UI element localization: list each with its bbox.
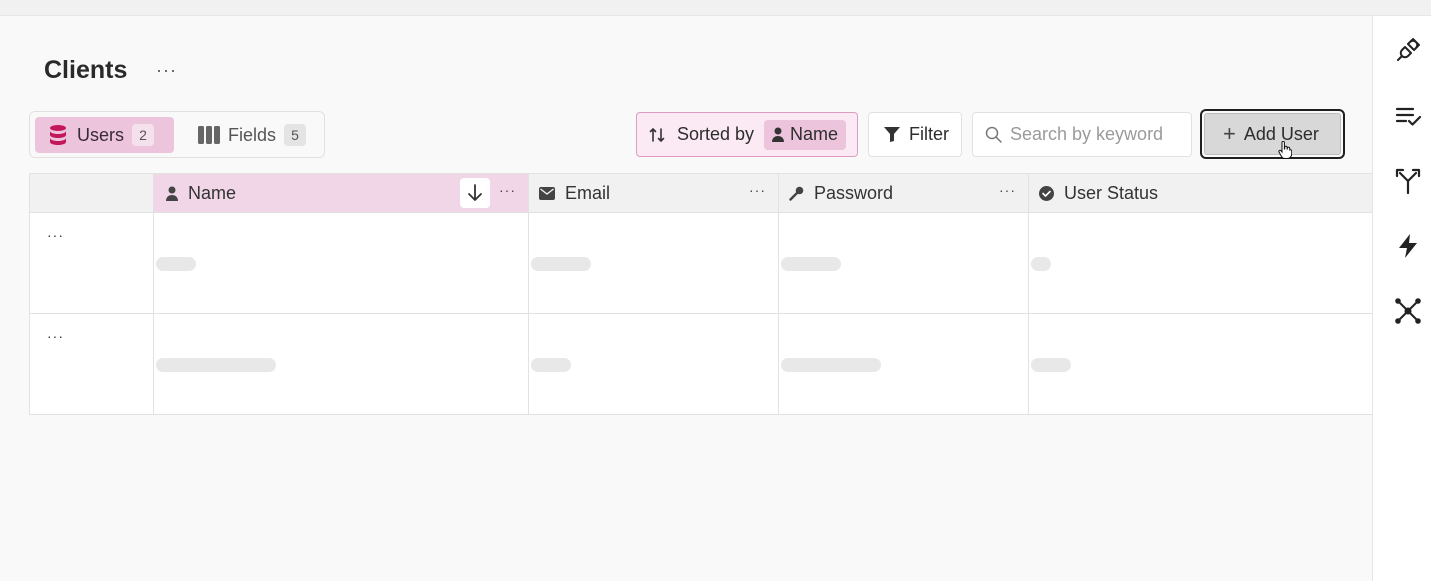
user-status-cell[interactable] bbox=[1029, 314, 1373, 415]
users-table: Name ··· Email ··· Password ··· User Sta… bbox=[29, 173, 1372, 415]
key-icon bbox=[789, 186, 804, 201]
arrow-down-icon bbox=[468, 184, 482, 201]
hand-cursor-icon bbox=[1278, 141, 1292, 159]
bolt-icon[interactable] bbox=[1394, 232, 1422, 260]
sorted-by-label: Sorted by bbox=[677, 124, 755, 144]
person-icon bbox=[166, 186, 178, 201]
loading-placeholder bbox=[1031, 257, 1051, 271]
tab-users[interactable]: Users 2 bbox=[35, 117, 174, 153]
loading-placeholder bbox=[781, 257, 841, 271]
column-name-label: Name bbox=[188, 182, 237, 203]
database-icon bbox=[47, 124, 69, 146]
column-menu-name[interactable]: ··· bbox=[499, 182, 516, 198]
user-status-cell[interactable] bbox=[1029, 213, 1373, 313]
row-menu[interactable]: ··· bbox=[47, 328, 64, 344]
header-row-controls bbox=[30, 174, 154, 212]
search-box bbox=[972, 112, 1192, 157]
plus-icon: + bbox=[1223, 121, 1236, 146]
sort-arrows-icon bbox=[649, 127, 665, 143]
filter-button[interactable]: Filter bbox=[868, 112, 962, 157]
sorted-field-label: Name bbox=[790, 124, 839, 144]
top-bar bbox=[0, 0, 1431, 16]
password-cell[interactable] bbox=[779, 213, 1029, 313]
tab-fields-label: Fields bbox=[228, 124, 277, 145]
column-header-user-status[interactable]: User Status bbox=[1029, 174, 1373, 212]
column-email-label: Email bbox=[565, 182, 611, 203]
tab-fields-count: 5 bbox=[284, 124, 307, 146]
view-tabs: Users 2 Fields 5 bbox=[29, 111, 325, 158]
search-input[interactable] bbox=[1010, 124, 1180, 145]
row-controls-cell: ··· bbox=[30, 314, 154, 415]
table-row[interactable]: ··· bbox=[30, 213, 1372, 314]
loading-placeholder bbox=[531, 257, 591, 271]
row-controls-cell: ··· bbox=[30, 213, 154, 313]
table-row[interactable]: ··· bbox=[30, 314, 1372, 415]
email-cell[interactable] bbox=[529, 314, 779, 415]
add-user-button[interactable]: + Add User bbox=[1200, 109, 1345, 159]
loading-placeholder bbox=[1031, 358, 1071, 372]
main-content: Clients ··· Users 2 Fields 5 Sorted by N… bbox=[0, 16, 1372, 581]
filter-label: Filter bbox=[909, 124, 949, 144]
plug-icon[interactable] bbox=[1394, 36, 1422, 64]
column-menu-password[interactable]: ··· bbox=[999, 182, 1016, 198]
password-cell[interactable] bbox=[779, 314, 1029, 415]
email-cell[interactable] bbox=[529, 213, 779, 313]
envelope-icon bbox=[539, 186, 555, 200]
column-header-name[interactable]: Name ··· bbox=[154, 174, 529, 212]
column-header-password[interactable]: Password ··· bbox=[779, 174, 1029, 212]
filter-icon bbox=[884, 127, 900, 142]
title-more-menu[interactable]: ··· bbox=[156, 60, 177, 81]
search-icon bbox=[985, 126, 1002, 143]
branch-icon[interactable] bbox=[1394, 167, 1422, 195]
columns-icon bbox=[198, 124, 220, 146]
sort-button[interactable]: Sorted by Name bbox=[636, 112, 858, 157]
loading-placeholder bbox=[156, 358, 276, 372]
column-password-label: Password bbox=[814, 182, 894, 203]
person-icon bbox=[772, 127, 785, 142]
network-icon[interactable] bbox=[1394, 297, 1422, 325]
loading-placeholder bbox=[781, 358, 881, 372]
tab-fields[interactable]: Fields 5 bbox=[186, 117, 307, 153]
name-cell[interactable] bbox=[154, 314, 529, 415]
loading-placeholder bbox=[156, 257, 196, 271]
loading-placeholder bbox=[531, 358, 571, 372]
tab-users-label: Users bbox=[77, 124, 125, 145]
row-menu[interactable]: ··· bbox=[47, 227, 64, 243]
page-title: Clients bbox=[44, 56, 128, 84]
right-sidebar bbox=[1372, 16, 1431, 581]
column-header-email[interactable]: Email ··· bbox=[529, 174, 779, 212]
name-cell[interactable] bbox=[154, 213, 529, 313]
column-user-status-label: User Status bbox=[1064, 182, 1159, 203]
tab-users-count: 2 bbox=[132, 124, 155, 146]
table-header: Name ··· Email ··· Password ··· User Sta… bbox=[30, 174, 1372, 213]
sorted-field-chip: Name bbox=[764, 119, 847, 150]
column-menu-email[interactable]: ··· bbox=[749, 182, 766, 198]
check-circle-icon bbox=[1039, 185, 1054, 201]
sort-descending-button[interactable] bbox=[460, 178, 490, 208]
checklist-icon[interactable] bbox=[1394, 102, 1422, 130]
